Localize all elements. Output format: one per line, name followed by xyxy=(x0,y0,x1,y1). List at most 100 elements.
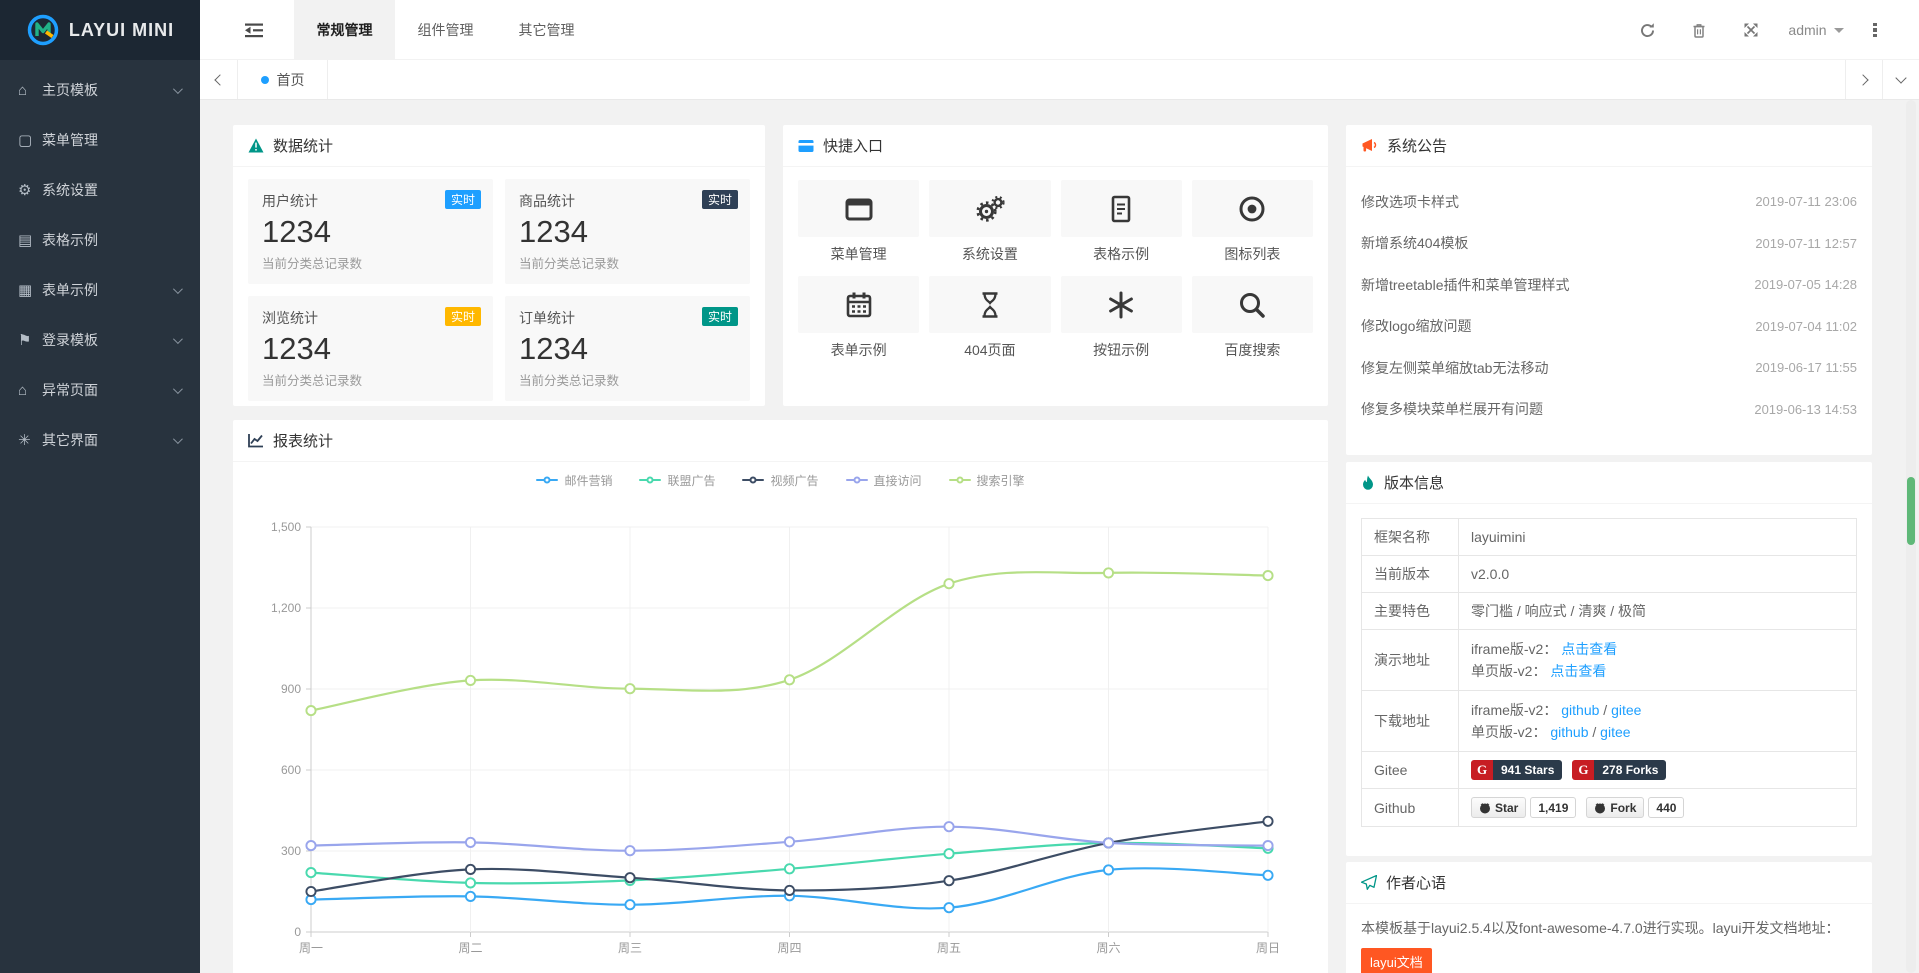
nav-tab-other[interactable]: 其它管理 xyxy=(496,0,597,60)
table-row: Gitee G941 Stars G278 Forks xyxy=(1362,752,1857,789)
author-panel: 作者心语 本模板基于layui2.5.4以及font-awesome-4.7.0… xyxy=(1346,862,1872,973)
github-fork-count: 440 xyxy=(1648,797,1684,818)
download-line-spa: 单页版-v2： github / gitee xyxy=(1471,721,1844,743)
stats-grid: 用户统计 实时 1234 当前分类总记录数 商品统计 实时 1234 当前分类总… xyxy=(233,167,765,406)
octocat-icon xyxy=(1594,802,1606,814)
announcements-panel: 系统公告 修改选项卡样式 2019-07-11 23:06 新增系统404模板 … xyxy=(1346,125,1872,455)
panel-title: 作者心语 xyxy=(1386,872,1446,893)
gitee-link[interactable]: gitee xyxy=(1600,724,1630,740)
svg-text:周五: 周五 xyxy=(937,941,961,955)
sidebar-item-menu-management[interactable]: ▢ 菜单管理 xyxy=(0,115,200,165)
svg-text:0: 0 xyxy=(294,925,301,939)
more-options-icon[interactable] xyxy=(1855,0,1895,60)
sidebar-item-login-template[interactable]: ⚑ 登录模板 xyxy=(0,315,200,365)
demo-link[interactable]: 点击查看 xyxy=(1561,641,1617,657)
gitee-link[interactable]: gitee xyxy=(1611,702,1641,718)
quick-entry-header: 快捷入口 xyxy=(783,125,1328,167)
fire-icon xyxy=(1361,475,1375,491)
sidebar-item-form-example[interactable]: ▦ 表单示例 xyxy=(0,265,200,315)
svg-text:周三: 周三 xyxy=(618,941,642,955)
report-panel-header: 报表统计 xyxy=(233,420,1328,462)
github-fork-button[interactable]: Fork 440 xyxy=(1586,797,1684,818)
panel-title: 快捷入口 xyxy=(823,135,883,156)
svg-text:600: 600 xyxy=(281,763,301,777)
quick-item-form[interactable]: 表单示例 xyxy=(798,276,919,360)
chart-legend: 邮件营销 联盟广告 视频广告 直接访问 搜索引擎 xyxy=(233,462,1328,498)
quick-item-search[interactable]: 百度搜索 xyxy=(1192,276,1313,360)
tab-options-button[interactable] xyxy=(1882,60,1919,99)
sidebar-item-other-ui[interactable]: ✳ 其它界面 xyxy=(0,415,200,465)
realtime-badge: 实时 xyxy=(702,190,738,209)
author-content: 本模板基于layui2.5.4以及font-awesome-4.7.0进行实现。… xyxy=(1346,904,1872,973)
paper-plane-icon xyxy=(1361,875,1377,890)
caret-down-icon xyxy=(1834,28,1844,33)
window-icon: ▢ xyxy=(18,131,42,149)
stat-card-users: 用户统计 实时 1234 当前分类总记录数 xyxy=(248,179,493,284)
legend-item-video-ads[interactable]: 视频广告 xyxy=(742,472,818,489)
fullscreen-icon[interactable] xyxy=(1725,0,1777,60)
table-row: 演示地址 iframe版-v2： 点击查看 单页版-v2： 点击查看 xyxy=(1362,630,1857,691)
asterisk-icon: ✳ xyxy=(18,431,42,449)
demo-line-spa: 单页版-v2： 点击查看 xyxy=(1471,660,1844,682)
nav-tab-components[interactable]: 组件管理 xyxy=(395,0,496,60)
svg-text:300: 300 xyxy=(281,844,301,858)
quick-item-icons[interactable]: 图标列表 xyxy=(1192,180,1313,264)
panel-title: 版本信息 xyxy=(1384,472,1444,493)
version-header: 版本信息 xyxy=(1346,462,1872,504)
chevron-down-icon xyxy=(173,84,183,94)
sidebar-toggle-icon[interactable] xyxy=(236,0,272,60)
demo-link[interactable]: 点击查看 xyxy=(1550,663,1606,679)
version-table: 框架名称 layuimini 当前版本 v2.0.0 主要特色 零门槛 / 响应… xyxy=(1361,518,1857,827)
chevron-down-icon xyxy=(173,434,183,444)
legend-item-email[interactable]: 邮件营销 xyxy=(536,472,612,489)
layui-doc-badge[interactable]: layui文档 xyxy=(1361,948,1432,973)
tab-home[interactable]: 首页 xyxy=(238,60,328,99)
tab-scroll-left-button[interactable] xyxy=(200,60,238,99)
legend-marker xyxy=(846,479,868,481)
announcement-row: 修复多模块菜单栏展开有问题 2019-06-13 14:53 xyxy=(1361,389,1857,431)
quick-item-buttons[interactable]: 按钮示例 xyxy=(1061,276,1182,360)
table-row: 当前版本 v2.0.0 xyxy=(1362,556,1857,593)
legend-item-union-ads[interactable]: 联盟广告 xyxy=(639,472,715,489)
tab-scroll-right-button[interactable] xyxy=(1845,60,1882,99)
calendar-icon: ▦ xyxy=(18,281,42,299)
legend-item-direct[interactable]: 直接访问 xyxy=(846,472,922,489)
stat-value: 1234 xyxy=(262,214,479,250)
user-menu[interactable]: admin xyxy=(1777,0,1855,60)
scrollbar-thumb[interactable] xyxy=(1907,477,1915,545)
refresh-icon[interactable] xyxy=(1621,0,1673,60)
github-link[interactable]: github xyxy=(1550,724,1588,740)
table-row: Github Star 1,419 Fork 440 xyxy=(1362,789,1857,827)
nav-tab-general[interactable]: 常规管理 xyxy=(294,0,395,60)
file-text-icon xyxy=(1106,194,1136,224)
flag-icon: ⚑ xyxy=(18,331,42,349)
sidebar-item-system-settings[interactable]: ⚙ 系统设置 xyxy=(0,165,200,215)
chevron-right-icon xyxy=(1857,74,1868,85)
sidebar-item-error-pages[interactable]: ⌂ 异常页面 xyxy=(0,365,200,415)
version-panel: 版本信息 框架名称 layuimini 当前版本 v2.0.0 主要特色 零门槛… xyxy=(1346,462,1872,856)
gitee-stars-badge[interactable]: G941 Stars xyxy=(1471,760,1562,780)
gitee-forks-badge[interactable]: G278 Forks xyxy=(1572,760,1666,780)
quick-item-menu[interactable]: 菜单管理 xyxy=(798,180,919,264)
sidebar-item-home-template[interactable]: ⌂ 主页模板 xyxy=(0,65,200,115)
trash-icon[interactable] xyxy=(1673,0,1725,60)
svg-text:周日: 周日 xyxy=(1256,941,1280,955)
app-logo: LAYUI MINI xyxy=(0,0,200,60)
legend-item-search-engine[interactable]: 搜索引擎 xyxy=(949,472,1025,489)
legend-marker xyxy=(536,479,558,481)
github-link[interactable]: github xyxy=(1561,702,1599,718)
table-row: 框架名称 layuimini xyxy=(1362,519,1857,556)
quick-item-404[interactable]: 404页面 xyxy=(929,276,1050,360)
quick-item-settings[interactable]: 系统设置 xyxy=(929,180,1050,264)
announcement-row: 新增treetable插件和菜单管理样式 2019-07-05 14:28 xyxy=(1361,264,1857,306)
version-table-wrap: 框架名称 layuimini 当前版本 v2.0.0 主要特色 零门槛 / 响应… xyxy=(1346,504,1872,841)
quick-item-table[interactable]: 表格示例 xyxy=(1061,180,1182,264)
chevron-down-icon xyxy=(173,334,183,344)
active-tab-dot xyxy=(261,76,269,84)
author-line1: 本模板基于layui2.5.4以及font-awesome-4.7.0进行实现。… xyxy=(1361,916,1857,941)
sidebar-item-table-example[interactable]: ▤ 表格示例 xyxy=(0,215,200,265)
app-title: LAYUI MINI xyxy=(69,20,174,41)
top-header: 常规管理 组件管理 其它管理 admin xyxy=(200,0,1919,60)
home-icon: ⌂ xyxy=(18,382,42,399)
github-star-button[interactable]: Star 1,419 xyxy=(1471,797,1576,818)
